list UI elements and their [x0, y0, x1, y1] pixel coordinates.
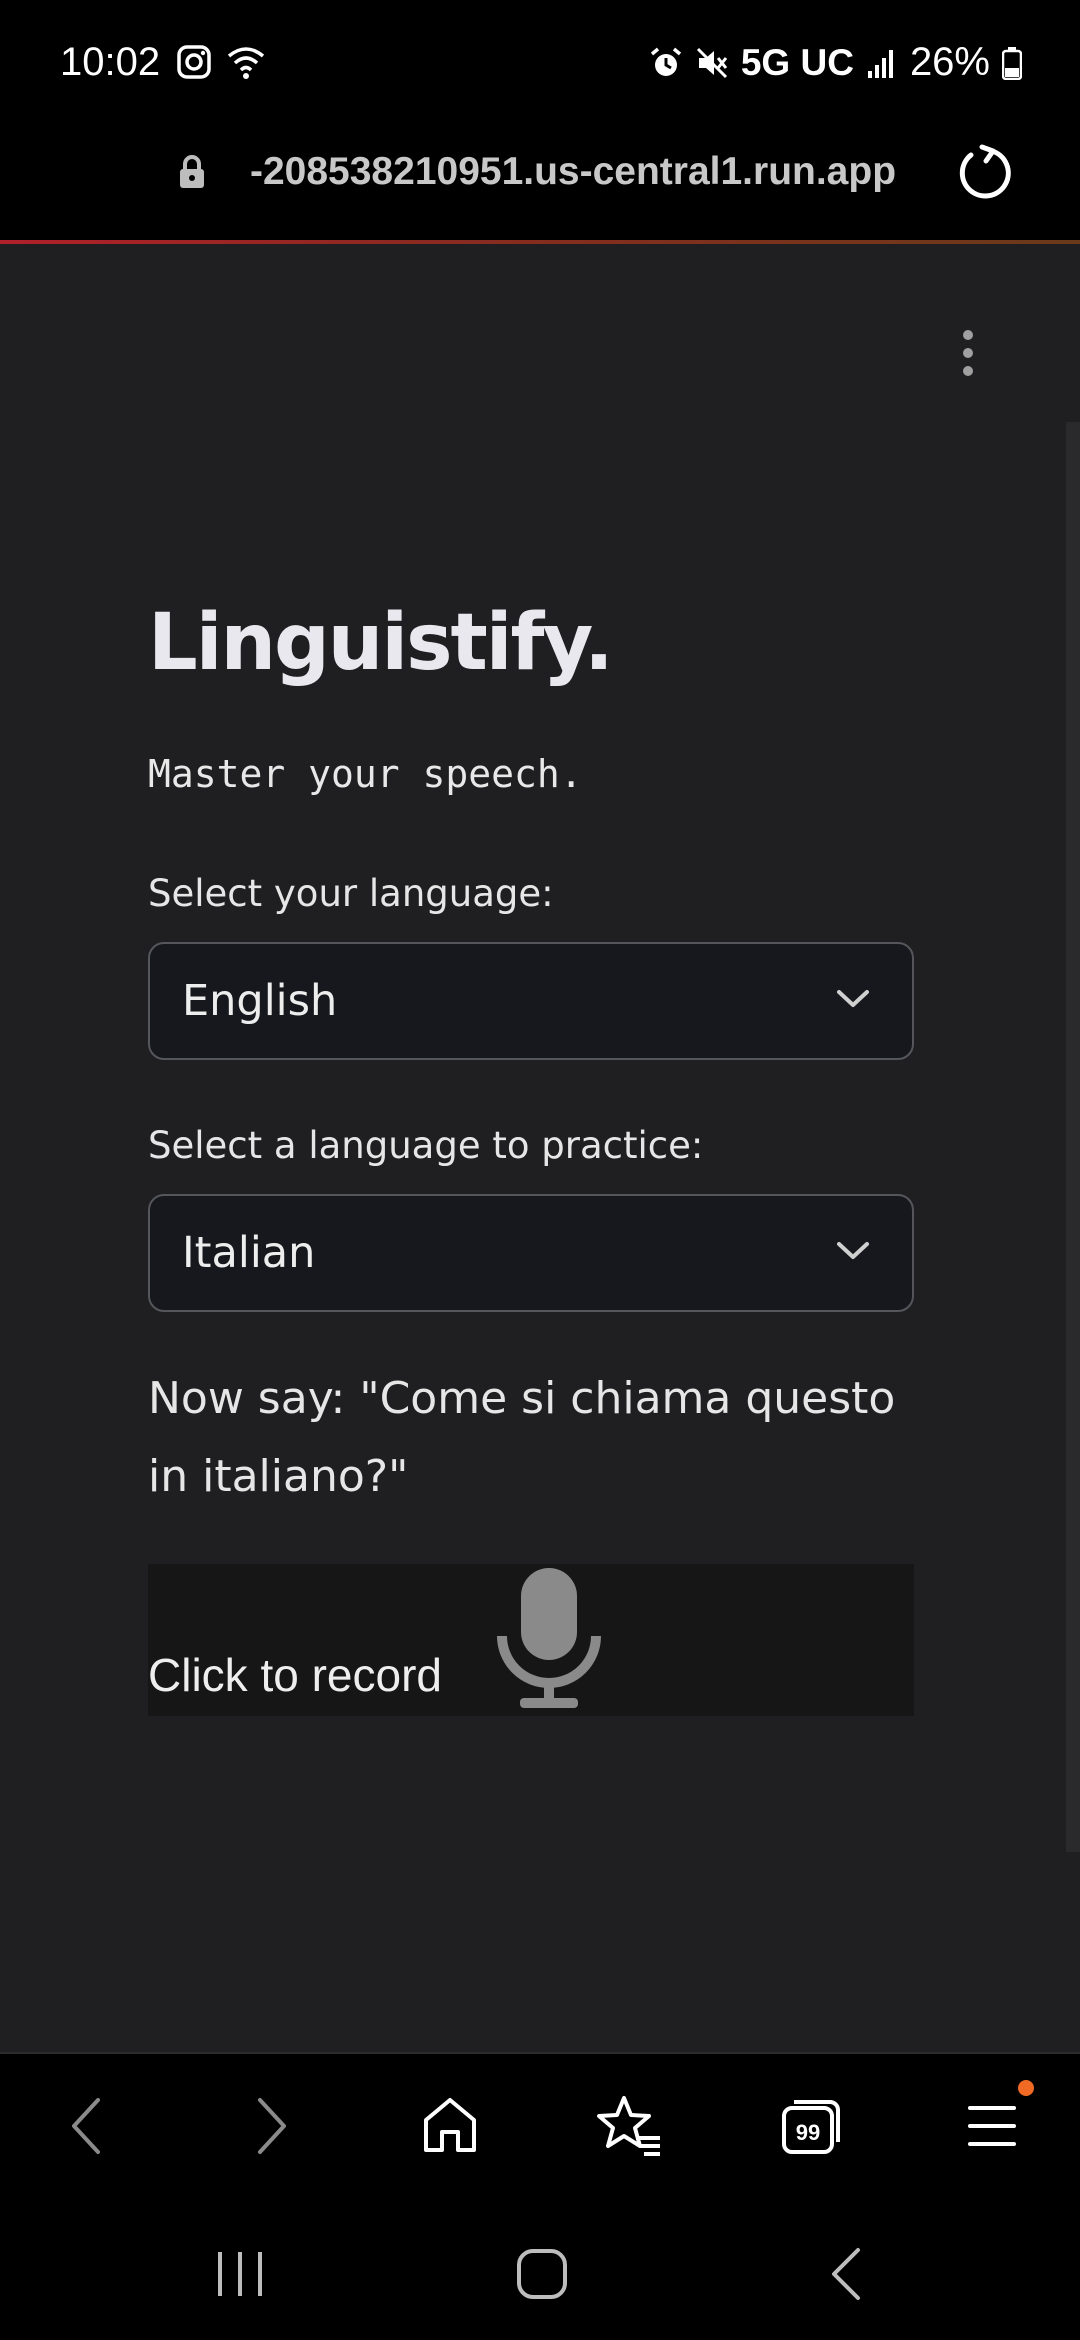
- bookmarks-icon[interactable]: [596, 2094, 664, 2163]
- wifi-icon: [226, 44, 266, 80]
- app-title: Linguistify.: [148, 598, 614, 688]
- status-time: 10:02: [60, 40, 161, 84]
- page-scrollbar[interactable]: [1066, 422, 1080, 1852]
- signal-icon: [866, 47, 898, 79]
- menu-notification-dot: [1018, 2080, 1034, 2096]
- practice-language-value: Italian: [182, 1228, 316, 1278]
- network-type: 5G UC: [740, 41, 854, 83]
- lock-icon: [178, 154, 206, 195]
- native-language-select[interactable]: English: [148, 942, 914, 1060]
- native-language-value: English: [182, 976, 338, 1026]
- chevron-down-icon: [836, 1240, 870, 1267]
- alarm-icon: [649, 46, 683, 80]
- system-back-icon[interactable]: [826, 2246, 866, 2307]
- browser-toolbar: 99: [0, 2052, 1080, 2202]
- status-bar: 10:02 5G UC 26%: [0, 0, 1080, 126]
- recents-icon[interactable]: [212, 2246, 268, 2307]
- instagram-icon: [176, 44, 212, 80]
- record-button[interactable]: Click to record: [148, 1564, 914, 1716]
- system-navigation-bar: [0, 2202, 1080, 2340]
- back-icon[interactable]: [66, 2094, 106, 2163]
- menu-icon[interactable]: [966, 2094, 1018, 2163]
- reload-icon[interactable]: [956, 144, 1014, 207]
- practice-prompt: Now say: "Come si chiama questo in itali…: [148, 1373, 896, 1502]
- forward-icon[interactable]: [252, 2094, 292, 2163]
- more-options-icon[interactable]: [956, 330, 980, 376]
- practice-language-select[interactable]: Italian: [148, 1194, 914, 1312]
- svg-text:99: 99: [796, 2120, 820, 2145]
- battery-icon: [1002, 46, 1022, 80]
- record-label: Click to record: [148, 1649, 442, 1701]
- app-subtitle: Master your speech.: [148, 752, 583, 796]
- microphone-icon[interactable]: [496, 1566, 602, 1717]
- chevron-down-icon: [836, 988, 870, 1015]
- home-button-icon[interactable]: [514, 2246, 570, 2307]
- battery-percent: 26%: [909, 40, 990, 84]
- tabs-icon[interactable]: 99: [780, 2094, 842, 2163]
- mute-icon: [695, 46, 729, 80]
- url-text[interactable]: -208538210951.us-central1.run.app: [250, 150, 896, 194]
- native-language-label: Select your language:: [148, 872, 554, 915]
- practice-language-label: Select a language to practice:: [148, 1124, 704, 1167]
- home-icon[interactable]: [420, 2094, 480, 2163]
